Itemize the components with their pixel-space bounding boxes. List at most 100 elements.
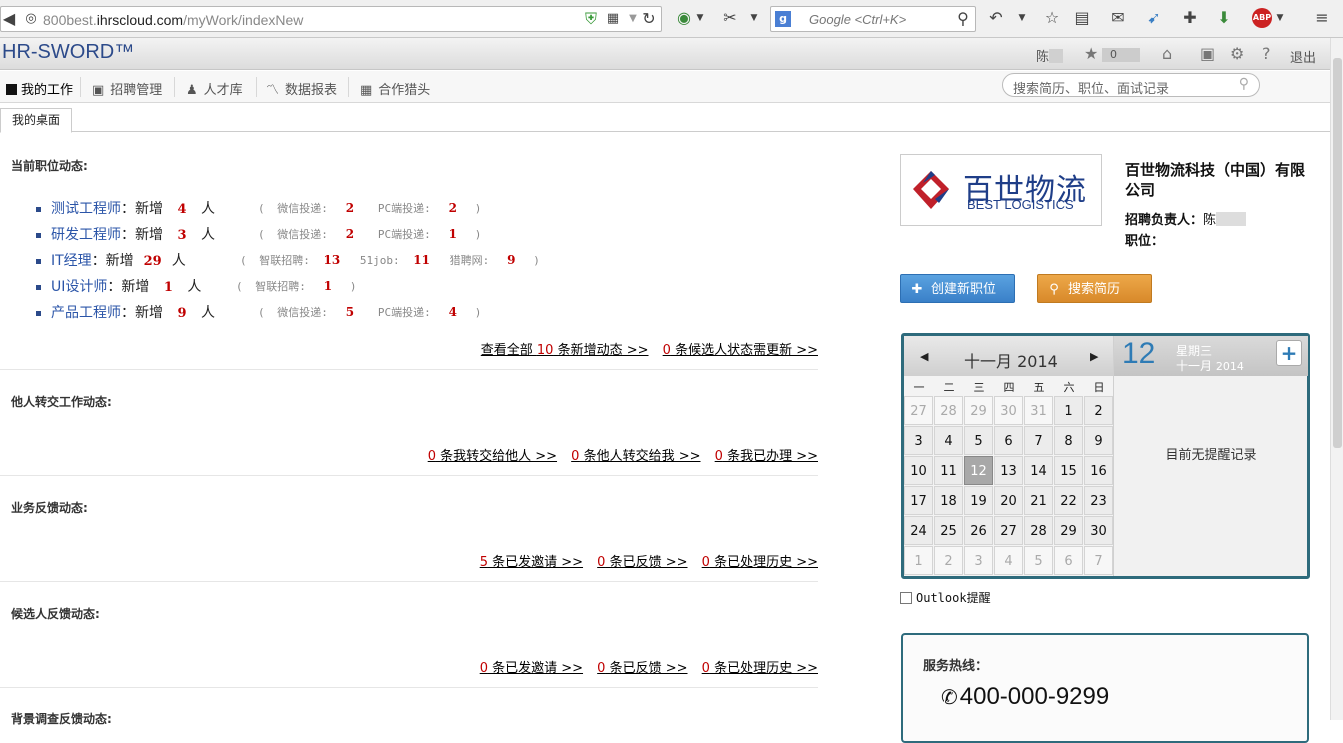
search-icon[interactable]: ⚲ xyxy=(953,9,973,29)
source-count[interactable]: 13 xyxy=(310,253,354,267)
menu-icon[interactable]: ≡ xyxy=(1312,8,1332,28)
puzzle-icon[interactable]: ✚ xyxy=(1180,8,1200,28)
calendar-day[interactable]: 29 xyxy=(1054,516,1083,545)
help-icon[interactable]: ? xyxy=(1262,44,1271,63)
candidate-history-link[interactable]: 0 条已处理历史 >> xyxy=(702,661,818,676)
calendar-day[interactable]: 7 xyxy=(1024,426,1053,455)
source-count[interactable]: 5 xyxy=(328,305,372,319)
calendar-day[interactable]: 23 xyxy=(1084,486,1113,515)
source-count[interactable]: 2 xyxy=(328,227,372,241)
dropdown-icon[interactable]: ▼ xyxy=(690,8,710,28)
candidate-invited-link[interactable]: 0 条已发邀请 >> xyxy=(480,661,583,676)
calendar-day[interactable]: 20 xyxy=(994,486,1023,515)
calendar-day[interactable]: 14 xyxy=(1024,456,1053,485)
dropdown-icon[interactable]: ▼ xyxy=(1012,8,1032,28)
job-name-link[interactable]: 测试工程师 xyxy=(51,201,121,217)
adblock-icon[interactable]: ABP xyxy=(1252,8,1272,28)
calendar-day[interactable]: 17 xyxy=(904,486,933,515)
calendar-day[interactable]: 31 xyxy=(1024,396,1053,425)
calendar-day[interactable]: 18 xyxy=(934,486,963,515)
calendar-day[interactable]: 11 xyxy=(934,456,963,485)
nav-recruitment[interactable]: ▣ 招聘管理 xyxy=(92,79,162,98)
calendar-day[interactable]: 24 xyxy=(904,516,933,545)
source-count[interactable]: 9 xyxy=(489,253,533,267)
tool-icon[interactable]: ✂ xyxy=(720,8,740,28)
calendar-day[interactable]: 13 xyxy=(994,456,1023,485)
candidate-feedback-link[interactable]: 0 条已反馈 >> xyxy=(597,661,687,676)
calendar-day[interactable]: 5 xyxy=(964,426,993,455)
calendar-day[interactable]: 6 xyxy=(1054,546,1083,575)
star-icon[interactable]: ★ xyxy=(1084,44,1098,63)
calendar-day[interactable]: 21 xyxy=(1024,486,1053,515)
job-new-count[interactable]: 4 xyxy=(163,202,201,217)
calendar-day[interactable]: 30 xyxy=(994,396,1023,425)
job-new-count[interactable]: 9 xyxy=(163,306,201,321)
source-count[interactable]: 1 xyxy=(431,227,475,241)
calendar-day[interactable]: 6 xyxy=(994,426,1023,455)
calendar-day[interactable]: 3 xyxy=(904,426,933,455)
qr-icon[interactable]: ▦ xyxy=(603,9,623,29)
business-feedback-link[interactable]: 0 条已反馈 >> xyxy=(597,555,687,570)
address-bar[interactable]: ◀ ◎ 800best.ihrscloud.com/myWork/indexNe… xyxy=(0,6,662,32)
job-name-link[interactable]: UI设计师 xyxy=(51,279,107,295)
create-job-button[interactable]: ✚ 创建新职位 xyxy=(900,274,1015,303)
calendar-day[interactable]: 26 xyxy=(964,516,993,545)
logout-link[interactable]: 退出 xyxy=(1290,47,1316,66)
calendar-day[interactable]: 28 xyxy=(1024,516,1053,545)
job-name-link[interactable]: 产品工程师 xyxy=(51,305,121,321)
business-invited-link[interactable]: 5 条已发邀请 >> xyxy=(480,555,583,570)
source-count[interactable]: 2 xyxy=(431,201,475,215)
browser-search-input[interactable]: g Google <Ctrl+K> ⚲ xyxy=(770,6,976,32)
calendar-day[interactable]: 30 xyxy=(1084,516,1113,545)
calendar-day[interactable]: 3 xyxy=(964,546,993,575)
gear-icon[interactable]: ⚙ xyxy=(1230,44,1244,63)
outlook-reminder[interactable]: Outlook提醒 xyxy=(900,589,991,606)
add-reminder-button[interactable]: + xyxy=(1276,340,1302,366)
calendar-day[interactable]: 28 xyxy=(934,396,963,425)
calendar-day[interactable]: 9 xyxy=(1084,426,1113,455)
reload-icon[interactable]: ↻ xyxy=(639,9,659,29)
calendar-day[interactable]: 15 xyxy=(1054,456,1083,485)
cursor-icon[interactable]: ➹ xyxy=(1144,8,1164,28)
home-icon[interactable]: ⌂ xyxy=(1162,44,1172,63)
calendar-day[interactable]: 1 xyxy=(1054,396,1083,425)
source-count[interactable]: 2 xyxy=(328,201,372,215)
calendar-day[interactable]: 2 xyxy=(1084,396,1113,425)
tab-my-desktop[interactable]: 我的桌面 xyxy=(0,108,72,133)
calendar-day[interactable]: 25 xyxy=(934,516,963,545)
calendar-day[interactable]: 1 xyxy=(904,546,933,575)
calendar-day[interactable]: 19 xyxy=(964,486,993,515)
scrollbar-thumb[interactable] xyxy=(1333,58,1342,448)
app-logo[interactable]: HR-SWORD™ xyxy=(2,41,134,64)
job-name-link[interactable]: 研发工程师 xyxy=(51,227,121,243)
dropdown-icon[interactable]: ▼ xyxy=(1270,8,1290,28)
business-history-link[interactable]: 0 条已处理历史 >> xyxy=(702,555,818,570)
nav-headhunter[interactable]: ▦ 合作猎头 xyxy=(360,79,430,98)
calendar-day[interactable]: 22 xyxy=(1054,486,1083,515)
dropdown-icon[interactable]: ▼ xyxy=(744,8,764,28)
calendar-day[interactable]: 4 xyxy=(934,426,963,455)
search-resume-button[interactable]: ⚲ 搜索简历 xyxy=(1037,274,1152,303)
transfer-to-me-link[interactable]: 0 条他人转交给我 >> xyxy=(571,449,700,464)
calendar-day[interactable]: 8 xyxy=(1054,426,1083,455)
view-all-new-link[interactable]: 查看全部 10 条新增动态 >> xyxy=(481,343,649,358)
handled-link[interactable]: 0 条我已办理 >> xyxy=(715,449,818,464)
candidate-update-link[interactable]: 0 条候选人状态需更新 >> xyxy=(663,343,818,358)
nav-talent-pool[interactable]: ♟ 人才库 xyxy=(186,79,243,98)
source-count[interactable]: 1 xyxy=(306,279,350,293)
job-new-count[interactable]: 1 xyxy=(149,280,187,295)
job-new-count[interactable]: 29 xyxy=(134,254,172,269)
back-icon[interactable]: ◀ xyxy=(0,9,19,29)
global-search-input[interactable]: 搜索简历、职位、面试记录 ⚲ xyxy=(1002,73,1260,97)
bookmark-star-icon[interactable]: ☆ xyxy=(1042,8,1062,28)
calendar-day[interactable]: 2 xyxy=(934,546,963,575)
undo-icon[interactable]: ↶ xyxy=(986,8,1006,28)
prev-month-button[interactable]: ◀ xyxy=(920,350,928,363)
calendar-day[interactable]: 5 xyxy=(1024,546,1053,575)
nav-my-work[interactable]: 我的工作 xyxy=(6,79,73,98)
next-month-button[interactable]: ▶ xyxy=(1090,350,1098,363)
calendar-day[interactable]: 29 xyxy=(964,396,993,425)
search-icon[interactable]: ⚲ xyxy=(1239,76,1249,92)
calendar-day[interactable]: 16 xyxy=(1084,456,1113,485)
outlook-checkbox[interactable] xyxy=(900,592,912,604)
